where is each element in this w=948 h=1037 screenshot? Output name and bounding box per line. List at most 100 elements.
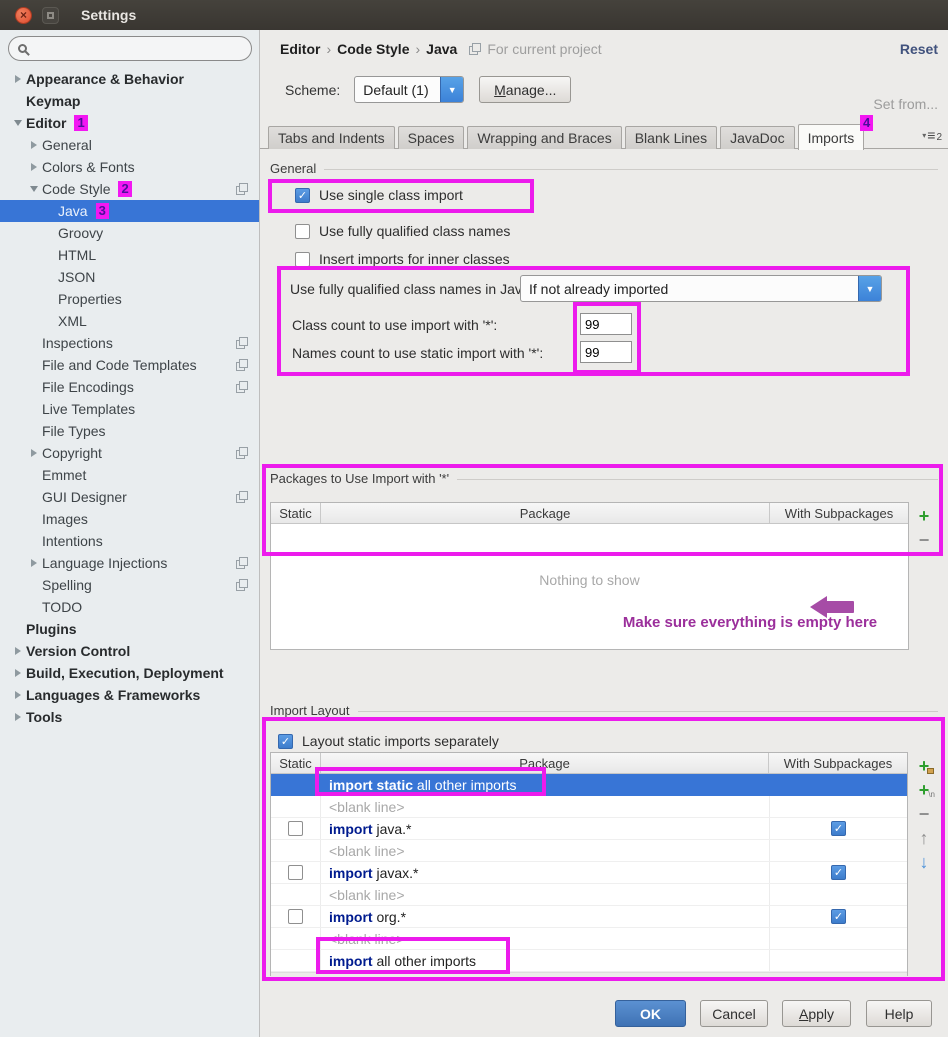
sidebar-item-java[interactable]: Java3 [0,200,259,222]
tab-label: Tabs and Indents [278,130,385,146]
checkbox[interactable]: ✓ [295,188,310,203]
sidebar-item-inspections[interactable]: Inspections [0,332,259,354]
chevron-right-icon[interactable] [10,669,26,677]
chevron-right-icon[interactable] [10,713,26,721]
hidden-tabs-button[interactable]: ▾ ≡ 2 [922,127,942,143]
set-from-link[interactable]: Set from... [873,96,938,112]
tab-blank-lines[interactable]: Blank Lines [625,126,717,149]
import-rule-row[interactable]: import static all other imports [271,774,907,796]
tab-imports[interactable]: Imports4 [798,124,865,150]
blank-line-row[interactable]: <blank line> [271,884,907,906]
sidebar-item-colors-fonts[interactable]: Colors & Fonts [0,156,259,178]
sidebar-item-intentions[interactable]: Intentions [0,530,259,552]
help-button[interactable]: Help [866,1000,932,1027]
manage-button[interactable]: Manage... [479,76,571,103]
with-subpackages-checkbox[interactable]: ✓ [831,909,846,924]
breadcrumb-item-java[interactable]: Java [426,41,457,57]
chevron-right-icon[interactable] [26,163,42,171]
tab-wrapping-and-braces[interactable]: Wrapping and Braces [467,126,621,149]
chevron-right-icon[interactable] [26,449,42,457]
add-icon[interactable]: + [912,504,936,528]
sidebar-item-version-control[interactable]: Version Control [0,640,259,662]
checkbox-use-fully-qualified-class-names[interactable]: Use fully qualified class names [295,219,510,243]
add-package-icon[interactable]: + [912,754,936,778]
sidebar-item-file-and-code-templates[interactable]: File and Code Templates [0,354,259,376]
sidebar-item-json[interactable]: JSON [0,266,259,288]
class-count-field[interactable] [580,313,632,335]
javadoc-select[interactable]: If not already imported ▼ [520,275,882,302]
import-rule-row[interactable]: import org.*✓ [271,906,907,928]
chevron-right-icon[interactable] [10,647,26,655]
per-project-settings-icon [469,43,481,55]
sidebar-item-properties[interactable]: Properties [0,288,259,310]
chevron-down-icon[interactable] [26,186,42,192]
chevron-right-icon[interactable] [26,141,42,149]
sidebar-item-language-injections[interactable]: Language Injections [0,552,259,574]
import-rule-row[interactable]: import java.*✓ [271,818,907,840]
apply-button[interactable]: Apply [782,1000,851,1027]
sidebar-item-tools[interactable]: Tools [0,706,259,728]
add-blank-line-icon[interactable]: +\n [912,778,936,802]
sidebar-item-gui-designer[interactable]: GUI Designer [0,486,259,508]
per-project-settings-icon [236,579,248,591]
sidebar-item-appearance-behavior[interactable]: Appearance & Behavior [0,68,259,90]
sidebar-item-file-encodings[interactable]: File Encodings [0,376,259,398]
sidebar-item-build-execution-deployment[interactable]: Build, Execution, Deployment [0,662,259,684]
sidebar-item-code-style[interactable]: Code Style2 [0,178,259,200]
with-subpackages-checkbox[interactable]: ✓ [831,821,846,836]
tab-tabs-and-indents[interactable]: Tabs and Indents [268,126,395,149]
scheme-select[interactable]: Default (1) ▼ [354,76,464,103]
blank-line-row[interactable]: <blank line> [271,796,907,818]
static-checkbox[interactable] [288,909,303,924]
blank-line-row[interactable]: <blank line> [271,928,907,950]
import-rule-row[interactable]: import all other imports [271,950,907,972]
sidebar-item-editor[interactable]: Editor1 [0,112,259,134]
sidebar-item-languages-frameworks[interactable]: Languages & Frameworks [0,684,259,706]
sidebar-item-html[interactable]: HTML [0,244,259,266]
checkbox-layout-static-imports-separately[interactable]: ✓ Layout static imports separately [278,729,499,753]
checkbox[interactable] [295,224,310,239]
chevron-right-icon[interactable] [10,691,26,699]
close-button[interactable]: × [15,7,32,24]
import-rule-row[interactable]: import javax.*✓ [271,862,907,884]
search-input[interactable] [33,41,242,56]
dropdown-button[interactable]: ▼ [858,276,881,301]
cancel-button[interactable]: Cancel [700,1000,768,1027]
remove-icon[interactable]: − [912,802,936,826]
tab-spaces[interactable]: Spaces [398,126,465,149]
sidebar-item-file-types[interactable]: File Types [0,420,259,442]
breadcrumb-item-code-style[interactable]: Code Style [337,41,409,57]
sidebar-item-copyright[interactable]: Copyright [0,442,259,464]
reset-link[interactable]: Reset [900,41,938,57]
checkbox[interactable]: ✓ [278,734,293,749]
blank-line-row[interactable]: <blank line> [271,840,907,862]
sidebar-item-xml[interactable]: XML [0,310,259,332]
dropdown-button[interactable]: ▼ [440,77,463,102]
breadcrumb-item-editor[interactable]: Editor [280,41,320,57]
checkbox-use-single-class-import[interactable]: ✓ Use single class import [295,183,463,207]
sidebar-item-todo[interactable]: TODO [0,596,259,618]
maximize-button[interactable] [42,7,59,24]
chevron-right-icon[interactable] [10,75,26,83]
search-box[interactable] [8,36,252,61]
move-down-icon[interactable]: ↓ [912,850,936,874]
sidebar-item-general[interactable]: General [0,134,259,156]
sidebar-item-emmet[interactable]: Emmet [0,464,259,486]
checkbox[interactable] [295,252,310,267]
sidebar-item-live-templates[interactable]: Live Templates [0,398,259,420]
sidebar-item-images[interactable]: Images [0,508,259,530]
ok-button[interactable]: OK [615,1000,686,1027]
static-checkbox[interactable] [288,821,303,836]
names-count-field[interactable] [580,341,632,363]
sidebar-item-plugins[interactable]: Plugins [0,618,259,640]
chevron-down-icon[interactable] [10,120,26,126]
sidebar-item-groovy[interactable]: Groovy [0,222,259,244]
static-checkbox[interactable] [288,865,303,880]
chevron-right-icon[interactable] [26,559,42,567]
with-subpackages-checkbox[interactable]: ✓ [831,865,846,880]
checkbox-insert-imports-for-inner-classes[interactable]: Insert imports for inner classes [295,247,510,271]
remove-icon[interactable]: − [912,528,936,552]
sidebar-item-keymap[interactable]: Keymap [0,90,259,112]
tab-javadoc[interactable]: JavaDoc [720,126,794,149]
sidebar-item-spelling[interactable]: Spelling [0,574,259,596]
